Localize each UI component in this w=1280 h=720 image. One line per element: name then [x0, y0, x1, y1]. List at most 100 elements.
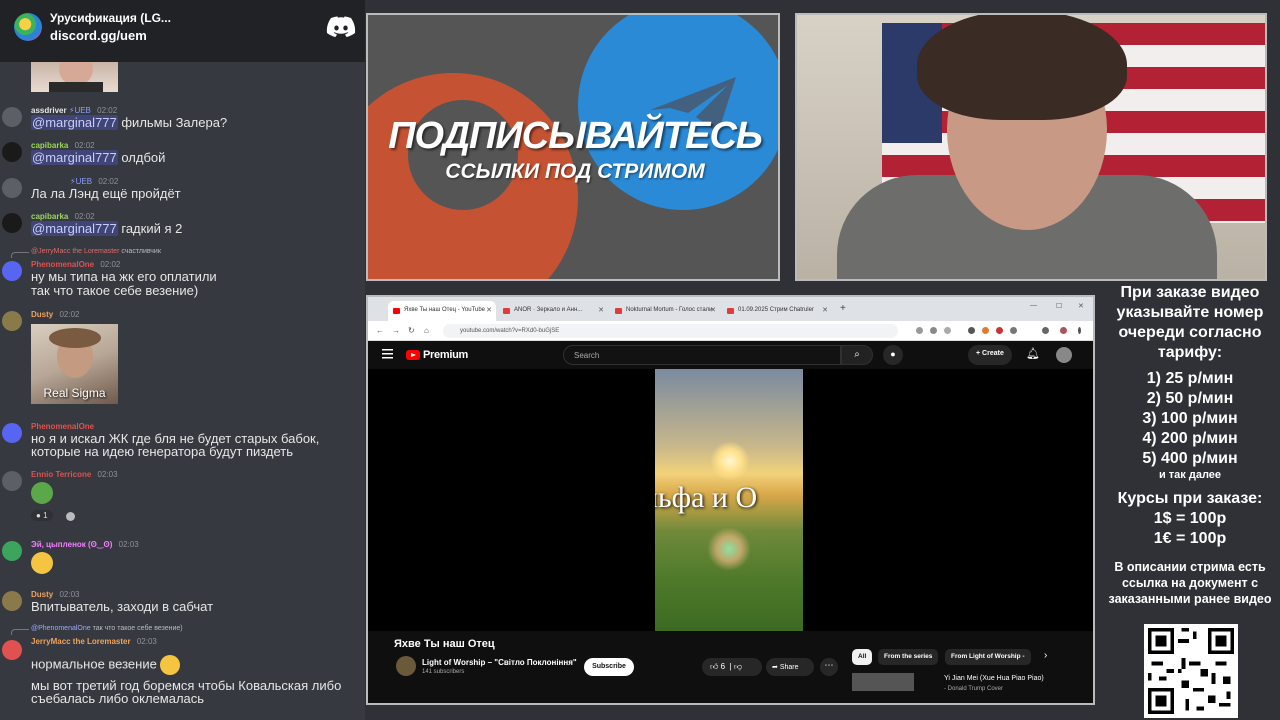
thumbs-up-icon: 👍︎ — [710, 662, 719, 671]
reload-button[interactable]: ↻ — [408, 326, 415, 335]
username[interactable]: Ennio Terricone — [31, 470, 91, 479]
username[interactable]: PhenomenalOne — [31, 260, 94, 269]
chip-from-series[interactable]: From the series — [878, 649, 939, 665]
youtube-header: Premium Search ⌕ ● + Create 🔔︎ — [368, 341, 1093, 369]
course-rate-item: 1€ = 100р — [1153, 530, 1227, 547]
course-rate-item: 1$ = 100р — [1153, 510, 1227, 527]
channel-name[interactable]: Light of Worship – "Світло Поклоніння" — [422, 658, 577, 667]
chip-from-channel[interactable]: From Light of Worship - — [945, 649, 1031, 665]
chevron-right-icon[interactable]: › — [1044, 650, 1047, 661]
like-button[interactable]: 👍︎ 6 | 👎︎ — [702, 658, 762, 676]
more-actions-icon[interactable]: ⋯ — [820, 658, 838, 676]
attached-image[interactable]: Real Sigma — [31, 324, 118, 404]
browser-tab[interactable]: ANOR · Зеркало и Анн... ✕ — [498, 301, 608, 321]
message-text: нормальное везение — [31, 656, 157, 672]
extension-icon[interactable] — [996, 327, 1003, 334]
browser-menu-icon[interactable] — [1078, 327, 1081, 334]
video-frame: льфа и О — [655, 369, 803, 631]
extension-icon[interactable] — [1010, 327, 1017, 334]
order-instructions: При заказе видео указывайте номер очеред… — [1116, 284, 1264, 361]
close-tab-icon: ✕ — [598, 307, 604, 314]
share-button[interactable]: ➦ Share — [766, 658, 814, 676]
image-caption: Real Sigma — [43, 386, 106, 400]
extensions-puzzle-icon[interactable] — [1042, 327, 1049, 334]
minimize-button[interactable]: — — [1030, 302, 1037, 309]
mention[interactable]: @marginal777 — [31, 221, 118, 236]
forward-button[interactable]: → — [392, 326, 400, 335]
badge: ⚡UEB — [68, 106, 91, 115]
username[interactable]: Эй, цыпленок (ʘ‿ʘ) — [31, 540, 112, 549]
promo-subtitle: ССЫЛКИ ПОД СТРИМОМ — [445, 160, 705, 183]
username[interactable]: JerryMacc the Loremaster — [31, 637, 131, 646]
browser-tab[interactable]: Яхве Ты наш Отец - YouTube ✕ — [388, 301, 496, 321]
zoom-icon[interactable] — [916, 327, 923, 334]
thumbs-down-icon: 👎︎ — [733, 662, 742, 671]
rate-item: 1) 25 р/мин — [1146, 370, 1234, 387]
rate-etc: и так далее — [1158, 469, 1222, 481]
hamburger-menu-icon[interactable] — [382, 349, 393, 359]
voice-search-mic-icon[interactable]: ● — [883, 345, 903, 365]
smile-emoji-icon — [160, 655, 181, 675]
timestamp: 02:02 — [100, 260, 121, 269]
extension-icon[interactable] — [968, 327, 975, 334]
add-reaction-icon[interactable] — [66, 512, 75, 521]
search-button[interactable]: ⌕ — [841, 345, 873, 365]
chip-all[interactable]: All — [852, 649, 873, 665]
extension-icon[interactable] — [982, 327, 989, 334]
address-bar: ← → ↻ ⌂ youtube.com/watch?v=RXd0-buGjSE — [368, 321, 1093, 341]
youtube-premium-label[interactable]: Premium — [423, 349, 468, 361]
server-icon — [14, 13, 42, 41]
maximize-button[interactable]: ☐ — [1056, 302, 1062, 310]
mention[interactable]: @marginal777 — [31, 115, 118, 130]
create-button[interactable]: + Create — [968, 345, 1012, 365]
notifications-bell-icon[interactable]: 🔔︎ — [1026, 347, 1040, 360]
timestamp: 02:02 — [74, 141, 95, 150]
close-tab-icon: ✕ — [486, 307, 492, 314]
username[interactable]: PhenomenalOne — [31, 422, 94, 431]
profile-icon[interactable] — [1060, 327, 1067, 334]
video-caption: льфа и О — [655, 481, 758, 514]
webcam-feed — [795, 13, 1267, 281]
back-button[interactable]: ← — [376, 326, 384, 335]
avatar — [2, 423, 22, 443]
home-icon[interactable]: ⌂ — [424, 326, 429, 335]
laughing-emoji-icon — [31, 552, 53, 574]
extension-icon[interactable] — [930, 327, 937, 334]
avatar — [2, 213, 22, 233]
account-avatar[interactable] — [1056, 347, 1072, 363]
new-tab-button[interactable]: + — [840, 303, 846, 314]
username[interactable]: Dusty — [31, 310, 53, 319]
reply-preview[interactable]: @JerryMacc the Loremaster счастливчик — [31, 248, 161, 255]
youtube-logo-icon[interactable] — [406, 350, 420, 360]
username[interactable]: Dusty — [31, 590, 53, 599]
close-tab-icon: ✕ — [822, 307, 828, 314]
reply-preview[interactable]: @PhenomenalOne так что такое себе везени… — [31, 625, 183, 632]
close-window-button[interactable]: ✕ — [1078, 302, 1084, 310]
recommended-thumbnail[interactable] — [852, 673, 914, 691]
subscriber-count: 141 subscribers — [422, 669, 465, 675]
subscribe-button[interactable]: Subscribe — [584, 658, 634, 676]
message-text: ну мы типа на жк его оплатили — [31, 269, 217, 284]
username[interactable]: assdriver — [31, 106, 67, 115]
recommended-title[interactable]: Yi Jian Mei (Xue Hua Piao Piao) — [944, 675, 1044, 682]
youtube-favicon-icon — [503, 308, 510, 314]
bookmark-star-icon[interactable] — [944, 327, 951, 334]
server-invite-link: discord.gg/uem — [50, 28, 147, 43]
video-player[interactable]: льфа и О — [368, 369, 1093, 631]
search-input[interactable]: Search — [563, 345, 841, 365]
mention[interactable]: @marginal777 — [31, 150, 118, 165]
badge: ⚡UEB — [70, 177, 93, 186]
partial-image — [31, 62, 118, 92]
username[interactable]: capibarka — [31, 141, 68, 150]
close-tab-icon: ✕ — [710, 307, 716, 314]
url-field[interactable]: youtube.com/watch?v=RXd0-buGjSE — [443, 324, 898, 338]
discord-chat-overlay: Урусификация (LG... discord.gg/uem assdr… — [0, 0, 365, 720]
browser-tab[interactable]: 01.09.2025 Стрим Chatruler ✕ — [722, 301, 832, 321]
course-title: Курсы при заказе: — [1117, 490, 1263, 507]
browser-tab[interactable]: Nokturnal Mortum - Голос стали ✕ — [610, 301, 720, 321]
username[interactable]: capibarka — [31, 212, 68, 221]
rate-list: 1) 25 р/мин 2) 50 р/мин 3) 100 р/мин 4) … — [1100, 369, 1280, 469]
discord-logo-icon — [326, 16, 356, 37]
channel-avatar[interactable] — [396, 656, 416, 676]
reaction[interactable]: ● 1 — [31, 510, 53, 521]
